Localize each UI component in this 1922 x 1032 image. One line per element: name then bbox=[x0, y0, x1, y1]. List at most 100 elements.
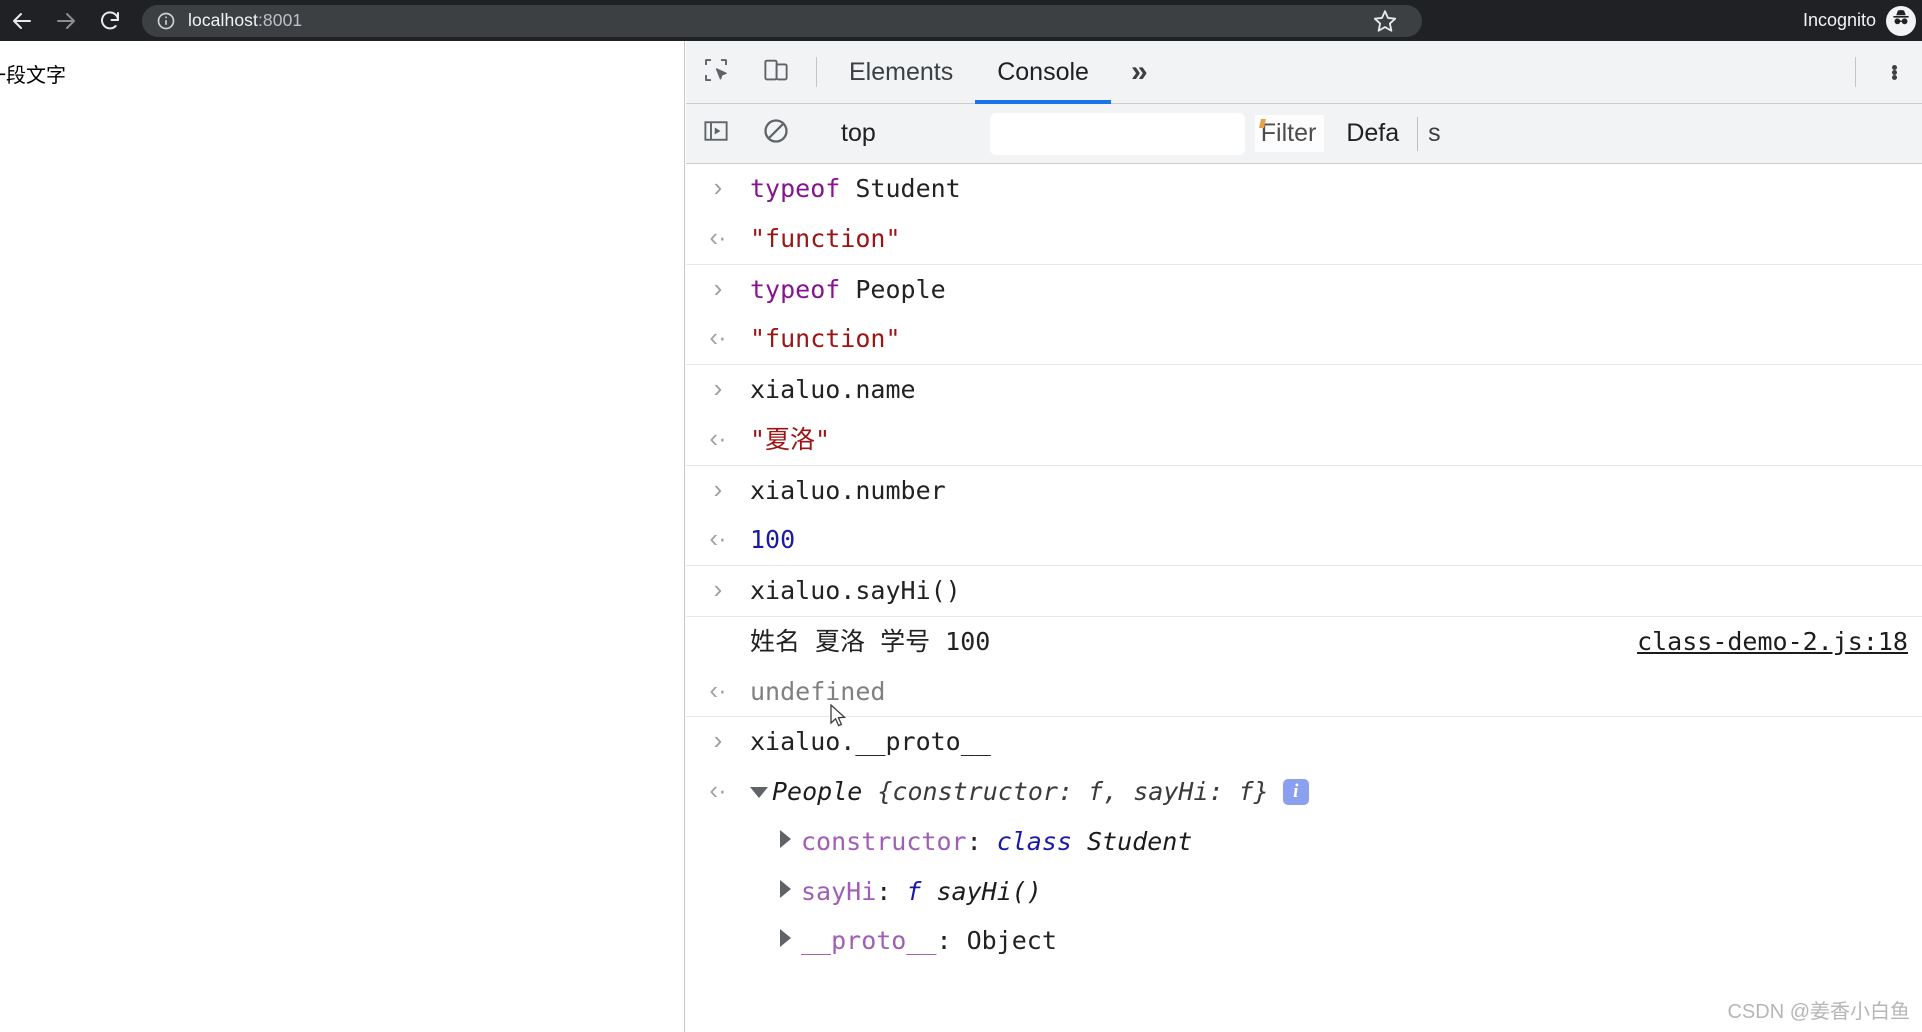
console-message[interactable]: › typeof People bbox=[686, 263, 1922, 315]
console-token: f bbox=[906, 876, 922, 906]
prompt-arrow-icon: › bbox=[713, 725, 723, 756]
console-token: typeof bbox=[750, 174, 841, 203]
tab-console-label: Console bbox=[997, 57, 1089, 86]
console-token: undefined bbox=[750, 676, 886, 706]
arrow-right-icon bbox=[54, 9, 78, 33]
disclosure-triangle-right-icon[interactable] bbox=[780, 829, 791, 848]
disclosure-triangle-right-icon[interactable] bbox=[780, 879, 791, 898]
browser-toolbar: localhost:8001 Incognito bbox=[0, 0, 1922, 41]
console-settings-overflow[interactable]: s bbox=[1428, 119, 1441, 148]
console-message[interactable]: sayHi: f sayHi() bbox=[686, 867, 1922, 917]
console-message-body: typeof Student bbox=[750, 172, 1922, 206]
device-toolbar-icon bbox=[761, 55, 791, 90]
console-message-body: "夏洛" bbox=[750, 423, 1922, 457]
console-message[interactable]: › xialuo.__proto__ bbox=[686, 716, 1922, 767]
result-arrow-icon: ‹· bbox=[709, 422, 727, 453]
page-viewport: 一段文字 bbox=[0, 41, 685, 1032]
console-message[interactable]: ‹· "夏洛" bbox=[686, 415, 1922, 465]
result-arrow-icon: ‹· bbox=[709, 523, 727, 554]
tab-elements-label: Elements bbox=[849, 57, 954, 86]
console-message-body: undefined bbox=[750, 675, 1922, 709]
reload-button[interactable] bbox=[88, 0, 132, 41]
message-gutter bbox=[686, 825, 750, 827]
page-body-text: 一段文字 bbox=[0, 65, 66, 87]
tab-elements[interactable]: Elements bbox=[827, 41, 975, 103]
result-arrow-icon: ‹· bbox=[709, 322, 727, 353]
devtools-more-options-button[interactable] bbox=[1866, 41, 1922, 103]
more-tabs-button[interactable]: » bbox=[1111, 41, 1168, 103]
console-sidebar-button[interactable] bbox=[686, 116, 746, 151]
console-message-body: typeof People bbox=[750, 273, 1922, 307]
console-token: class bbox=[996, 826, 1072, 856]
console-message[interactable]: 姓名 夏洛 学号 100 class-demo-2.js:18 bbox=[686, 615, 1922, 667]
console-sidebar-icon bbox=[701, 116, 731, 151]
console-token: typeof bbox=[750, 274, 841, 304]
console-token: xialuo.sayHi() bbox=[750, 576, 961, 605]
prompt-arrow-icon: › bbox=[713, 473, 723, 504]
console-message-body: sayHi: f sayHi() bbox=[750, 875, 1922, 909]
message-gutter bbox=[686, 875, 750, 877]
log-level-selector[interactable]: Defa bbox=[1346, 119, 1399, 148]
console-toolbar-divider-2 bbox=[1417, 116, 1419, 151]
back-button[interactable] bbox=[0, 0, 44, 41]
more-options-icon bbox=[1891, 64, 1897, 80]
console-message-body: xialuo.sayHi() bbox=[750, 574, 1922, 608]
console-token: Student bbox=[1071, 826, 1193, 856]
console-message[interactable]: › xialuo.name bbox=[686, 364, 1922, 415]
inspect-element-button[interactable] bbox=[686, 41, 746, 103]
devtools-tabbar: Elements Console » bbox=[686, 41, 1922, 104]
info-circle-icon[interactable] bbox=[156, 11, 176, 31]
reload-icon bbox=[98, 9, 122, 33]
url-host: localhost bbox=[188, 10, 258, 30]
console-message-list[interactable]: › typeof Student ‹· "function" › typeof Peopl… bbox=[686, 164, 1922, 1032]
console-token: 姓名 夏洛 学号 100 bbox=[750, 626, 991, 656]
console-message[interactable]: ‹· "function" bbox=[686, 314, 1922, 364]
message-gutter bbox=[686, 625, 750, 627]
arrow-left-icon bbox=[10, 9, 34, 33]
avatar[interactable] bbox=[1886, 5, 1916, 36]
prompt-arrow-icon: › bbox=[713, 574, 723, 604]
console-message[interactable]: ‹· "function" bbox=[686, 214, 1922, 264]
console-token: __proto__ bbox=[801, 926, 937, 956]
console-message-body: constructor: class Student bbox=[750, 825, 1922, 859]
profile-label: Incognito bbox=[1802, 10, 1876, 30]
disclosure-triangle-down-icon[interactable] bbox=[750, 787, 768, 798]
devtools-panel: Elements Console » top Filter Defa s › t… bbox=[686, 41, 1922, 1032]
console-token: sayHi() bbox=[921, 876, 1042, 906]
source-link[interactable]: class-demo-2.js:18 bbox=[1637, 627, 1908, 656]
console-message[interactable]: __proto__: Object bbox=[686, 916, 1922, 966]
console-message[interactable]: ‹· 100 bbox=[686, 515, 1922, 565]
clear-console-button[interactable] bbox=[746, 116, 806, 151]
result-arrow-icon: ‹· bbox=[709, 221, 727, 252]
console-message-body: xialuo.__proto__ bbox=[750, 725, 1922, 759]
console-message-body: __proto__: Object bbox=[750, 924, 1922, 958]
console-message-body: "function" bbox=[750, 222, 1922, 256]
info-badge[interactable]: i bbox=[1282, 778, 1309, 805]
console-token: : bbox=[966, 826, 997, 856]
address-bar[interactable]: localhost:8001 bbox=[142, 4, 1422, 37]
console-message-body: xialuo.name bbox=[750, 373, 1922, 407]
tab-console[interactable]: Console bbox=[975, 41, 1111, 104]
execution-context-selector[interactable]: top bbox=[827, 119, 890, 148]
console-token: : Object bbox=[936, 926, 1057, 956]
device-toolbar-button[interactable] bbox=[746, 41, 806, 103]
console-token: "function" bbox=[750, 223, 901, 253]
star-icon[interactable] bbox=[1372, 8, 1398, 34]
console-message[interactable]: ‹· undefined bbox=[686, 667, 1922, 717]
console-message[interactable]: › xialuo.sayHi() bbox=[686, 565, 1922, 616]
console-message[interactable]: › xialuo.number bbox=[686, 464, 1922, 516]
forward-button[interactable] bbox=[44, 0, 88, 41]
console-filter-input[interactable] bbox=[989, 112, 1245, 155]
console-token: Student bbox=[840, 174, 961, 203]
disclosure-triangle-right-icon[interactable] bbox=[780, 929, 791, 948]
console-token: constructor bbox=[801, 826, 967, 856]
message-gutter bbox=[686, 924, 750, 926]
console-message[interactable]: constructor: class Student bbox=[686, 817, 1922, 867]
console-message[interactable]: › typeof Student bbox=[686, 164, 1922, 214]
chevron-double-right-icon: » bbox=[1130, 55, 1148, 88]
console-token: xialuo.__proto__ bbox=[750, 727, 991, 757]
console-token: People bbox=[840, 274, 946, 304]
console-message[interactable]: ‹· People {constructor: f, sayHi: f} i bbox=[686, 767, 1922, 817]
console-token: : bbox=[876, 876, 907, 906]
console-token: "夏洛" bbox=[750, 424, 831, 454]
